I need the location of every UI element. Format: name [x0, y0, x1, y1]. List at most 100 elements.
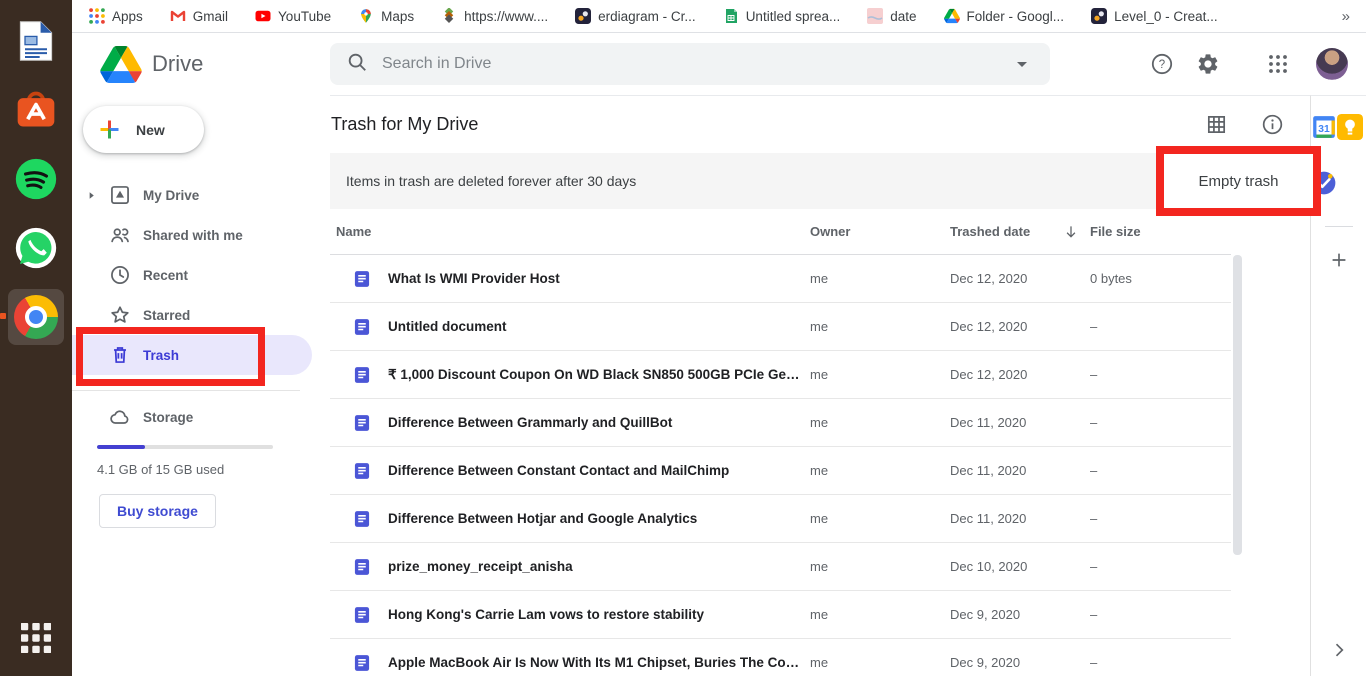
show-applications-button[interactable]: [12, 616, 60, 664]
sidebar-item-trash[interactable]: Trash: [72, 335, 312, 375]
maps-icon: [358, 8, 374, 24]
search-icon[interactable]: [346, 51, 368, 78]
dock-item-ubuntu-software[interactable]: [8, 82, 64, 138]
search-bar[interactable]: [330, 43, 1050, 85]
bookmark-date[interactable]: date: [867, 8, 916, 24]
file-name: What Is WMI Provider Host: [388, 271, 570, 286]
table-header: Name Owner Trashed date File size: [330, 209, 1231, 255]
side-panel-divider: [1325, 226, 1353, 227]
file-owner: me: [810, 271, 950, 286]
google-doc-file-icon: [352, 269, 372, 289]
google-doc-file-icon: [352, 653, 372, 673]
main-content: Trash for My Drive Items in trash are de…: [330, 95, 1310, 676]
bookmark-spreadsheet[interactable]: Untitled sprea...: [723, 8, 841, 24]
dock-item-spotify[interactable]: [8, 151, 64, 207]
sidebar-item-label: Trash: [143, 348, 179, 363]
file-owner: me: [810, 463, 950, 478]
settings-gear-icon[interactable]: [1196, 52, 1220, 76]
column-header-owner[interactable]: Owner: [810, 224, 950, 239]
file-trashed-date: Dec 10, 2020: [950, 559, 1090, 574]
dock-item-whatsapp[interactable]: [8, 220, 64, 276]
file-name: Untitled document: [388, 319, 517, 334]
sort-descending-arrow-icon[interactable]: [1062, 223, 1080, 241]
sidebar-item-label: Starred: [143, 308, 190, 323]
table-row[interactable]: prize_money_receipt_anishameDec 10, 2020…: [330, 543, 1231, 591]
workspace-side-panel: 31: [1310, 95, 1366, 676]
file-owner: me: [810, 607, 950, 622]
ubuntu-dock: [0, 0, 72, 676]
file-trashed-date: Dec 11, 2020: [950, 463, 1090, 478]
expand-arrow-icon[interactable]: [86, 190, 108, 201]
table-row[interactable]: Difference Between Constant Contact and …: [330, 447, 1231, 495]
app-body: New My Drive Shared with meRecent Starred T…: [72, 95, 1366, 676]
dock-item-chrome[interactable]: [8, 289, 64, 345]
account-avatar[interactable]: [1316, 48, 1348, 80]
table-row[interactable]: Apple MacBook Air Is Now With Its M1 Chi…: [330, 639, 1231, 676]
drive-logo-icon[interactable]: [100, 46, 142, 83]
table-row[interactable]: Difference Between Hotjar and Google Ana…: [330, 495, 1231, 543]
file-name: ₹ 1,000 Discount Coupon On WD Black SN85…: [388, 367, 810, 383]
bookmark-youtube[interactable]: YouTube: [255, 8, 331, 24]
bookmark-level0[interactable]: Level_0 - Creat...: [1091, 8, 1218, 24]
creately-icon: [575, 8, 591, 24]
bookmark-label: erdiagram - Cr...: [598, 9, 696, 24]
browser-window: Apps Gmail YouTube Maps https://www.... erdia…: [72, 0, 1366, 676]
file-owner: me: [810, 415, 950, 430]
bookmark-maps[interactable]: Maps: [358, 8, 414, 24]
show-applications-icon: [21, 623, 51, 658]
search-input[interactable]: [382, 55, 996, 73]
sidebar-item-storage[interactable]: Storage: [72, 397, 330, 437]
file-size: –: [1090, 655, 1231, 670]
sidebar-item-starred[interactable]: Starred: [72, 295, 330, 335]
file-trashed-date: Dec 9, 2020: [950, 655, 1090, 670]
google-keep-icon[interactable]: [1337, 114, 1363, 140]
google-doc-file-icon: [352, 317, 372, 337]
sidebar-item-my-drive[interactable]: My Drive: [72, 175, 330, 215]
bookmarks-overflow-chevron[interactable]: »: [1342, 8, 1350, 25]
table-row[interactable]: ₹ 1,000 Discount Coupon On WD Black SN85…: [330, 351, 1231, 399]
sidebar-item-shared-with-me[interactable]: Shared with me: [72, 215, 330, 255]
bookmark-label: date: [890, 9, 916, 24]
sidebar-item-label: My Drive: [143, 188, 199, 203]
file-owner: me: [810, 511, 950, 526]
bookmark-gmail[interactable]: Gmail: [170, 8, 228, 24]
column-header-name[interactable]: Name: [330, 224, 810, 239]
table-row[interactable]: Untitled documentmeDec 12, 2020–: [330, 303, 1231, 351]
column-header-trashed-date[interactable]: Trashed date: [950, 223, 1090, 241]
bookmark-folder[interactable]: Folder - Googl...: [944, 8, 1065, 24]
storage-progress-bar: [97, 445, 273, 449]
google-calendar-icon[interactable]: 31: [1311, 114, 1337, 140]
title-row: Trash for My Drive: [330, 96, 1310, 153]
google-doc-file-icon: [352, 557, 372, 577]
grid-view-icon[interactable]: [1205, 113, 1229, 137]
hide-side-panel-chevron-icon[interactable]: [1329, 640, 1349, 660]
file-owner: me: [810, 367, 950, 382]
google-tasks-icon[interactable]: [1311, 170, 1337, 196]
google-doc-file-icon: [352, 509, 372, 529]
table-row[interactable]: Difference Between Grammarly and QuillBo…: [330, 399, 1231, 447]
bookmark-site[interactable]: https://www....: [441, 8, 548, 24]
bookmark-label: Maps: [381, 9, 414, 24]
dock-item-libreoffice-writer[interactable]: [8, 13, 64, 69]
google-apps-grid-icon[interactable]: [1266, 52, 1290, 76]
empty-trash-button[interactable]: Empty trash: [1198, 173, 1278, 190]
generic-site-icon: [441, 8, 457, 24]
shared-icon: [109, 224, 131, 246]
help-icon[interactable]: ?: [1150, 52, 1174, 76]
buy-storage-button[interactable]: Buy storage: [99, 494, 216, 528]
file-size: –: [1090, 367, 1231, 382]
bookmark-apps[interactable]: Apps: [89, 8, 143, 24]
search-options-caret-icon[interactable]: [1010, 52, 1034, 76]
table-row[interactable]: Hong Kong's Carrie Lam vows to restore s…: [330, 591, 1231, 639]
sidebar-item-recent[interactable]: Recent: [72, 255, 330, 295]
bookmark-label: Gmail: [193, 9, 228, 24]
table-row[interactable]: What Is WMI Provider HostmeDec 12, 20200…: [330, 255, 1231, 303]
new-button[interactable]: New: [83, 106, 204, 153]
get-addons-plus-icon[interactable]: [1328, 249, 1350, 271]
column-header-file-size[interactable]: File size: [1090, 224, 1231, 239]
info-icon[interactable]: [1261, 113, 1285, 137]
bookmark-erdiagram[interactable]: erdiagram - Cr...: [575, 8, 696, 24]
file-size: –: [1090, 415, 1231, 430]
table-scrollbar[interactable]: [1233, 255, 1242, 555]
drive-header: Drive ?: [72, 33, 1366, 95]
